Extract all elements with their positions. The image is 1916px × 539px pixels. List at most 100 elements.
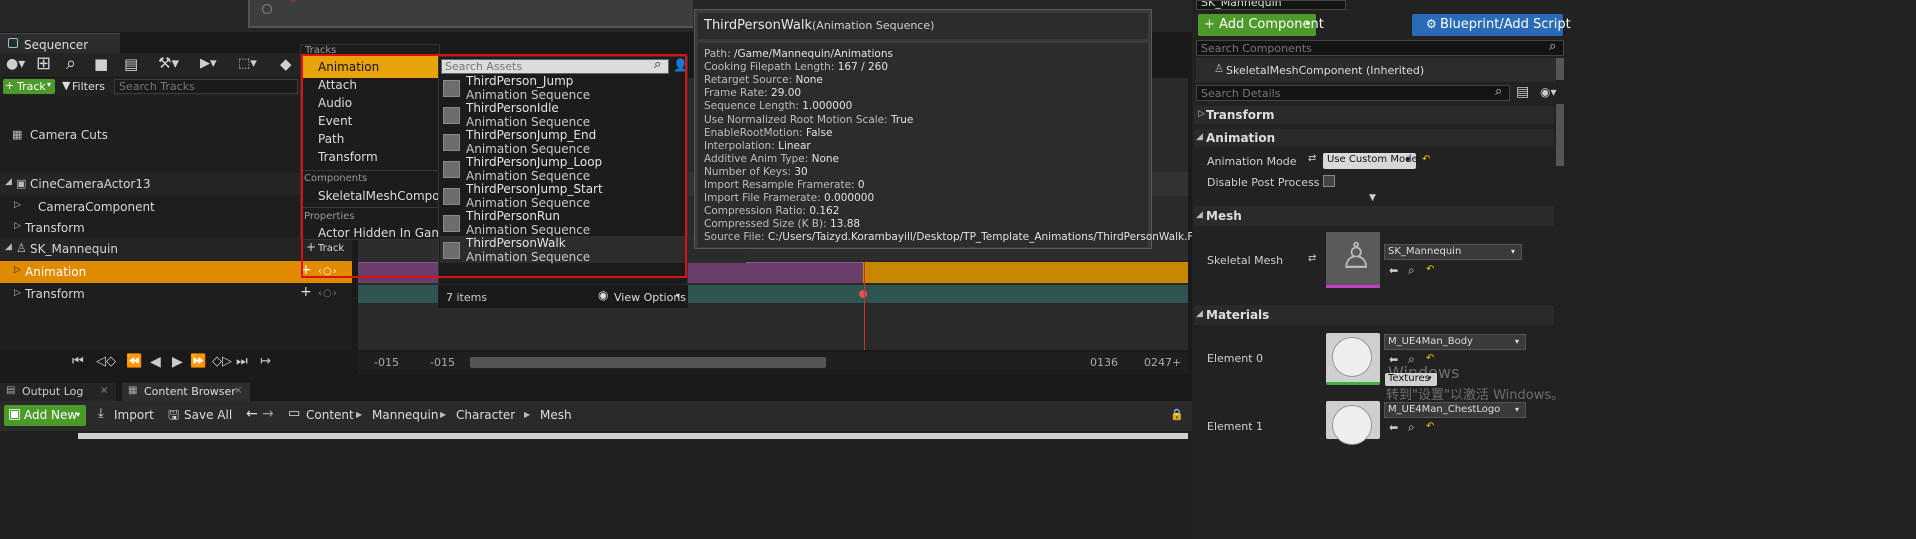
key-nav-icon[interactable]: ‹○› [318,288,338,299]
search-tracks-input[interactable]: Search Tracks [114,79,298,94]
add-track-button[interactable]: + Track ▾ [3,79,55,94]
save-all-button[interactable]: 🖫 Save All [166,405,236,426]
eye-icon[interactable]: ◉▾ [1540,85,1557,99]
animation-orange-bar[interactable] [863,262,1188,283]
components-scrollbar[interactable] [1556,58,1564,80]
import-icon: ⤓ [98,406,104,421]
play-icon[interactable]: ▶ [172,354,183,370]
step-forward-icon[interactable]: ⏩ [190,354,206,369]
breadcrumb-separator-icon[interactable]: ▶ [356,410,362,419]
play-options-icon[interactable]: ▶▾ [200,56,217,71]
browse-icon[interactable]: ⌕ [1408,263,1415,278]
element0-dropdown[interactable]: M_UE4Man_Body ▾ [1384,334,1526,350]
category-transform[interactable]: ▷ Transform [1194,106,1554,124]
sequencer-tab[interactable]: Sequencer [0,33,120,53]
playhead-line[interactable] [864,262,865,350]
animation-mode-dropdown[interactable]: Use Custom Mode ▾ [1323,153,1418,169]
element0-thumbnail[interactable] [1326,333,1380,385]
reset-to-default-icon[interactable]: ↶ [1422,154,1430,165]
output-log-tab[interactable]: ▤ Output Log × [0,383,116,401]
viewport-preview[interactable]: x [248,0,693,28]
loop-icon[interactable]: ↦ [260,354,271,369]
tooltip-row: Compression Ratio: 0.162 [704,205,839,217]
add-new-button[interactable]: ▣ Add New ▾ [4,405,86,426]
breadcrumb-separator-icon[interactable]: ▶ [440,410,446,419]
animation-track-label: Animation [25,265,87,279]
element1-thumbnail[interactable] [1326,401,1380,445]
reset-arrow-icon[interactable]: ⇄ [1308,253,1316,264]
use-selected-icon[interactable]: ⬅ [1389,264,1398,277]
prev-key-icon[interactable]: ◁◇ [96,354,116,369]
world-icon[interactable]: ●▾ [6,56,25,72]
tree-row-transform-2[interactable]: ▷ Transform + ‹○› [0,284,352,304]
browse-icon[interactable]: ⌕ [1408,420,1415,435]
add-key-plus-icon[interactable]: + [300,284,312,300]
import-label: Import [114,408,154,422]
close-icon[interactable]: × [234,385,242,396]
category-mesh[interactable]: ◢ Mesh [1194,206,1554,226]
skeletal-mesh-thumbnail[interactable]: ♙ [1326,232,1380,288]
step-back-icon[interactable]: ⏪ [126,354,142,369]
expand-arrow-icon[interactable]: ◢ [5,242,12,252]
breadcrumb-separator-icon[interactable]: ▶ [524,410,530,419]
details-name-field[interactable]: SK_Mannequin [1196,0,1346,10]
add-component-button[interactable]: + Add Component ▾ [1198,14,1324,36]
expand-advanced-icon[interactable]: ▼ [1369,193,1376,203]
breadcrumb-item[interactable]: Mesh [540,408,572,422]
tree-row-animation[interactable]: ▷ Animation + ‹○› [0,261,352,283]
key-icon[interactable]: ◆ [280,55,292,73]
close-icon[interactable]: × [100,385,108,396]
expand-arrow-icon[interactable]: ▷ [14,265,21,275]
folder-icon[interactable]: ▭ [288,406,300,421]
skeletal-mesh-dropdown[interactable]: SK_Mannequin ▾ [1384,244,1522,260]
range-start-1[interactable]: -015 [374,356,399,369]
view-options-button[interactable]: ◉ View Options ▾ [598,288,686,305]
reset-to-default-icon[interactable]: ↶ [1426,421,1434,432]
filters-button[interactable]: ▼ Filters [60,79,110,94]
disable-post-process-checkbox[interactable] [1323,175,1335,187]
breadcrumb-item[interactable]: Character [456,408,515,422]
category-animation[interactable]: ◢ Animation [1194,129,1554,147]
expand-arrow-icon[interactable]: ◢ [5,177,12,187]
search-icon[interactable]: ⌕ [66,53,76,74]
blueprint-button[interactable]: ⚙ Blueprint/Add Script [1412,14,1571,36]
lock-icon[interactable]: 🔒 [1170,408,1184,421]
add-key-icon[interactable]: ⊞ [36,53,51,74]
details-scrollbar[interactable] [1556,104,1564,166]
clapper-icon[interactable]: ▤ [124,55,138,73]
search-details-input[interactable]: Search Details ⌕ [1196,84,1510,101]
range-scrollbar[interactable] [470,357,826,368]
breadcrumb-item[interactable]: Content [306,408,354,422]
tooltip-key: Import File Framerate: [704,192,821,205]
wrench-icon[interactable]: ⚒▾ [158,54,179,72]
range-end-2[interactable]: 0247+ [1144,356,1181,369]
expand-arrow-icon: ◢ [1196,132,1203,142]
selection-icon[interactable]: ⬚▾ [238,56,257,71]
jump-start-icon[interactable]: ⏮ [72,354,84,369]
reset-to-default-icon[interactable]: ↶ [1426,264,1434,275]
reverse-play-icon[interactable]: ◀ [150,354,161,370]
breadcrumb-item[interactable]: Mannequin [372,408,438,422]
forward-arrow-icon[interactable]: → [262,406,274,422]
element1-dropdown[interactable]: M_UE4Man_ChestLogo ▾ [1384,402,1526,418]
use-selected-icon[interactable]: ⬅ [1389,421,1398,434]
transform-key-point[interactable] [859,290,867,298]
camera-icon[interactable]: ■ [94,55,108,73]
property-matrix-icon[interactable]: ▤ [1516,84,1529,100]
component-inherited-label[interactable]: SkeletalMeshComponent (Inherited) [1226,64,1424,77]
search-components-input[interactable]: Search Components ⌕ [1196,39,1564,56]
add-new-icon: ▣ [8,406,22,422]
range-end-1[interactable]: 0136 [1090,356,1118,369]
content-browser-tab[interactable]: ▦ Content Browser × [122,383,250,401]
reset-arrow-icon[interactable]: ⇄ [1308,153,1316,164]
expand-arrow-icon[interactable]: ▷ [14,221,21,231]
expand-arrow-icon[interactable]: ▷ [14,288,21,298]
next-key-icon[interactable]: ◇▷ [212,354,232,369]
import-button[interactable]: ⤓ Import [96,405,156,426]
jump-end-icon[interactable]: ⏭ [236,354,248,369]
category-materials[interactable]: ◢ Materials [1194,305,1554,325]
tree-row-sk-mannequin[interactable]: ◢ ♙ SK_Mannequin [0,238,352,260]
range-start-2[interactable]: -015 [430,356,455,369]
back-arrow-icon[interactable]: ← [246,406,258,422]
expand-arrow-icon[interactable]: ▷ [14,200,21,210]
